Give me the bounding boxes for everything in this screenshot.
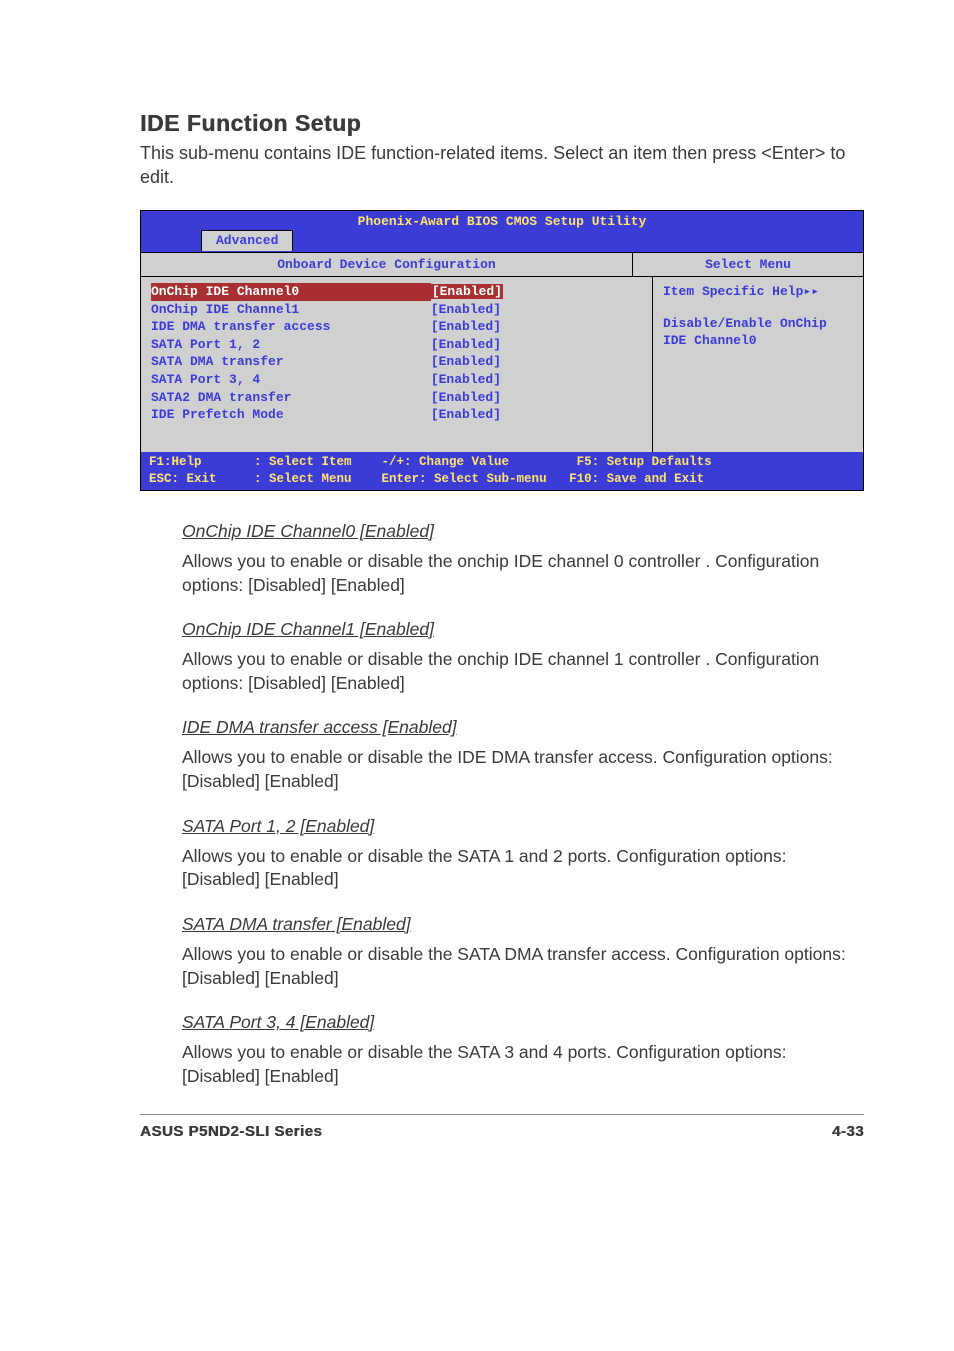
option-heading: IDE DMA transfer access [Enabled]	[182, 717, 864, 738]
document-page: IDE Function Setup This sub-menu contain…	[0, 0, 954, 1180]
bios-setting-label: IDE Prefetch Mode	[151, 406, 431, 424]
bios-settings-list: OnChip IDE Channel0 [Enabled] OnChip IDE…	[141, 277, 653, 452]
bios-setting-value: [Enabled]	[431, 389, 642, 407]
bios-setting-value: [Enabled]	[431, 283, 642, 301]
spacer	[663, 301, 853, 315]
bios-setting-row: IDE Prefetch Mode [Enabled]	[151, 406, 642, 424]
option-description: Allows you to enable or disable the onch…	[182, 648, 864, 695]
bios-utility-title: Phoenix-Award BIOS CMOS Setup Utility	[141, 211, 863, 231]
bios-setting-label: SATA2 DMA transfer	[151, 389, 431, 407]
option-description: Allows you to enable or disable the onch…	[182, 550, 864, 597]
option-description: Allows you to enable or disable the SATA…	[182, 1041, 864, 1088]
bios-setting-value: [Enabled]	[431, 336, 642, 354]
arrows-icon: ▸▸	[803, 284, 819, 299]
bios-setting-label: OnChip IDE Channel1	[151, 301, 431, 319]
bios-body: OnChip IDE Channel0 [Enabled] OnChip IDE…	[141, 277, 863, 452]
bios-setting-value: [Enabled]	[431, 406, 642, 424]
bios-help-title-bar: Select Menu	[633, 253, 863, 277]
option-heading: OnChip IDE Channel0 [Enabled]	[182, 521, 864, 542]
footer-page-number: 4-33	[832, 1123, 864, 1140]
bios-setting-row: SATA2 DMA transfer [Enabled]	[151, 389, 642, 407]
intro-paragraph: This sub-menu contains IDE function-rela…	[140, 141, 864, 190]
option-heading: SATA Port 1, 2 [Enabled]	[182, 816, 864, 837]
section-heading: IDE Function Setup	[140, 110, 864, 137]
option-description: Allows you to enable or disable the SATA…	[182, 845, 864, 892]
bios-subheader: Onboard Device Configuration Select Menu	[141, 252, 863, 278]
bios-setting-label: SATA Port 3, 4	[151, 371, 431, 389]
option-description: Allows you to enable or disable the SATA…	[182, 943, 864, 990]
bios-setting-label: SATA DMA transfer	[151, 353, 431, 371]
bios-setting-value: [Enabled]	[431, 371, 642, 389]
option-heading: SATA DMA transfer [Enabled]	[182, 914, 864, 935]
bios-setting-row: SATA Port 1, 2 [Enabled]	[151, 336, 642, 354]
bios-help-panel: Item Specific Help▸▸ Disable/Enable OnCh…	[653, 277, 863, 452]
option-heading: SATA Port 3, 4 [Enabled]	[182, 1012, 864, 1033]
bios-setting-label: IDE DMA transfer access	[151, 318, 431, 336]
bios-setting-row: OnChip IDE Channel1 [Enabled]	[151, 301, 642, 319]
bios-setting-row: OnChip IDE Channel0 [Enabled]	[151, 283, 642, 301]
option-heading: OnChip IDE Channel1 [Enabled]	[182, 619, 864, 640]
bios-setting-label: OnChip IDE Channel0	[151, 283, 431, 301]
bios-setting-value: [Enabled]	[431, 318, 642, 336]
bios-help-heading: Item Specific Help▸▸	[663, 283, 853, 301]
footer-product-name: ASUS P5ND2-SLI Series	[140, 1123, 322, 1140]
bios-setting-row: IDE DMA transfer access [Enabled]	[151, 318, 642, 336]
option-description: Allows you to enable or disable the IDE …	[182, 746, 864, 793]
bios-setting-row: SATA DMA transfer [Enabled]	[151, 353, 642, 371]
bios-help-text: Disable/Enable OnChip	[663, 315, 853, 333]
bios-help-text: IDE Channel0	[663, 332, 853, 350]
bios-setting-row: SATA Port 3, 4 [Enabled]	[151, 371, 642, 389]
bios-panel-title: Onboard Device Configuration	[141, 253, 633, 277]
page-footer: ASUS P5ND2-SLI Series 4-33	[140, 1114, 864, 1140]
bios-setting-value: [Enabled]	[431, 301, 642, 319]
content-block: OnChip IDE Channel0 [Enabled] Allows you…	[140, 521, 864, 1089]
bios-tab-advanced: Advanced	[201, 230, 293, 251]
bios-key-legend: F1:Help : Select Item -/+: Change Value …	[141, 452, 863, 490]
bios-setting-value: [Enabled]	[431, 353, 642, 371]
bios-setting-label: SATA Port 1, 2	[151, 336, 431, 354]
bios-tab-bar: Advanced	[141, 230, 863, 252]
bios-screenshot: Phoenix-Award BIOS CMOS Setup Utility Ad…	[140, 210, 864, 491]
